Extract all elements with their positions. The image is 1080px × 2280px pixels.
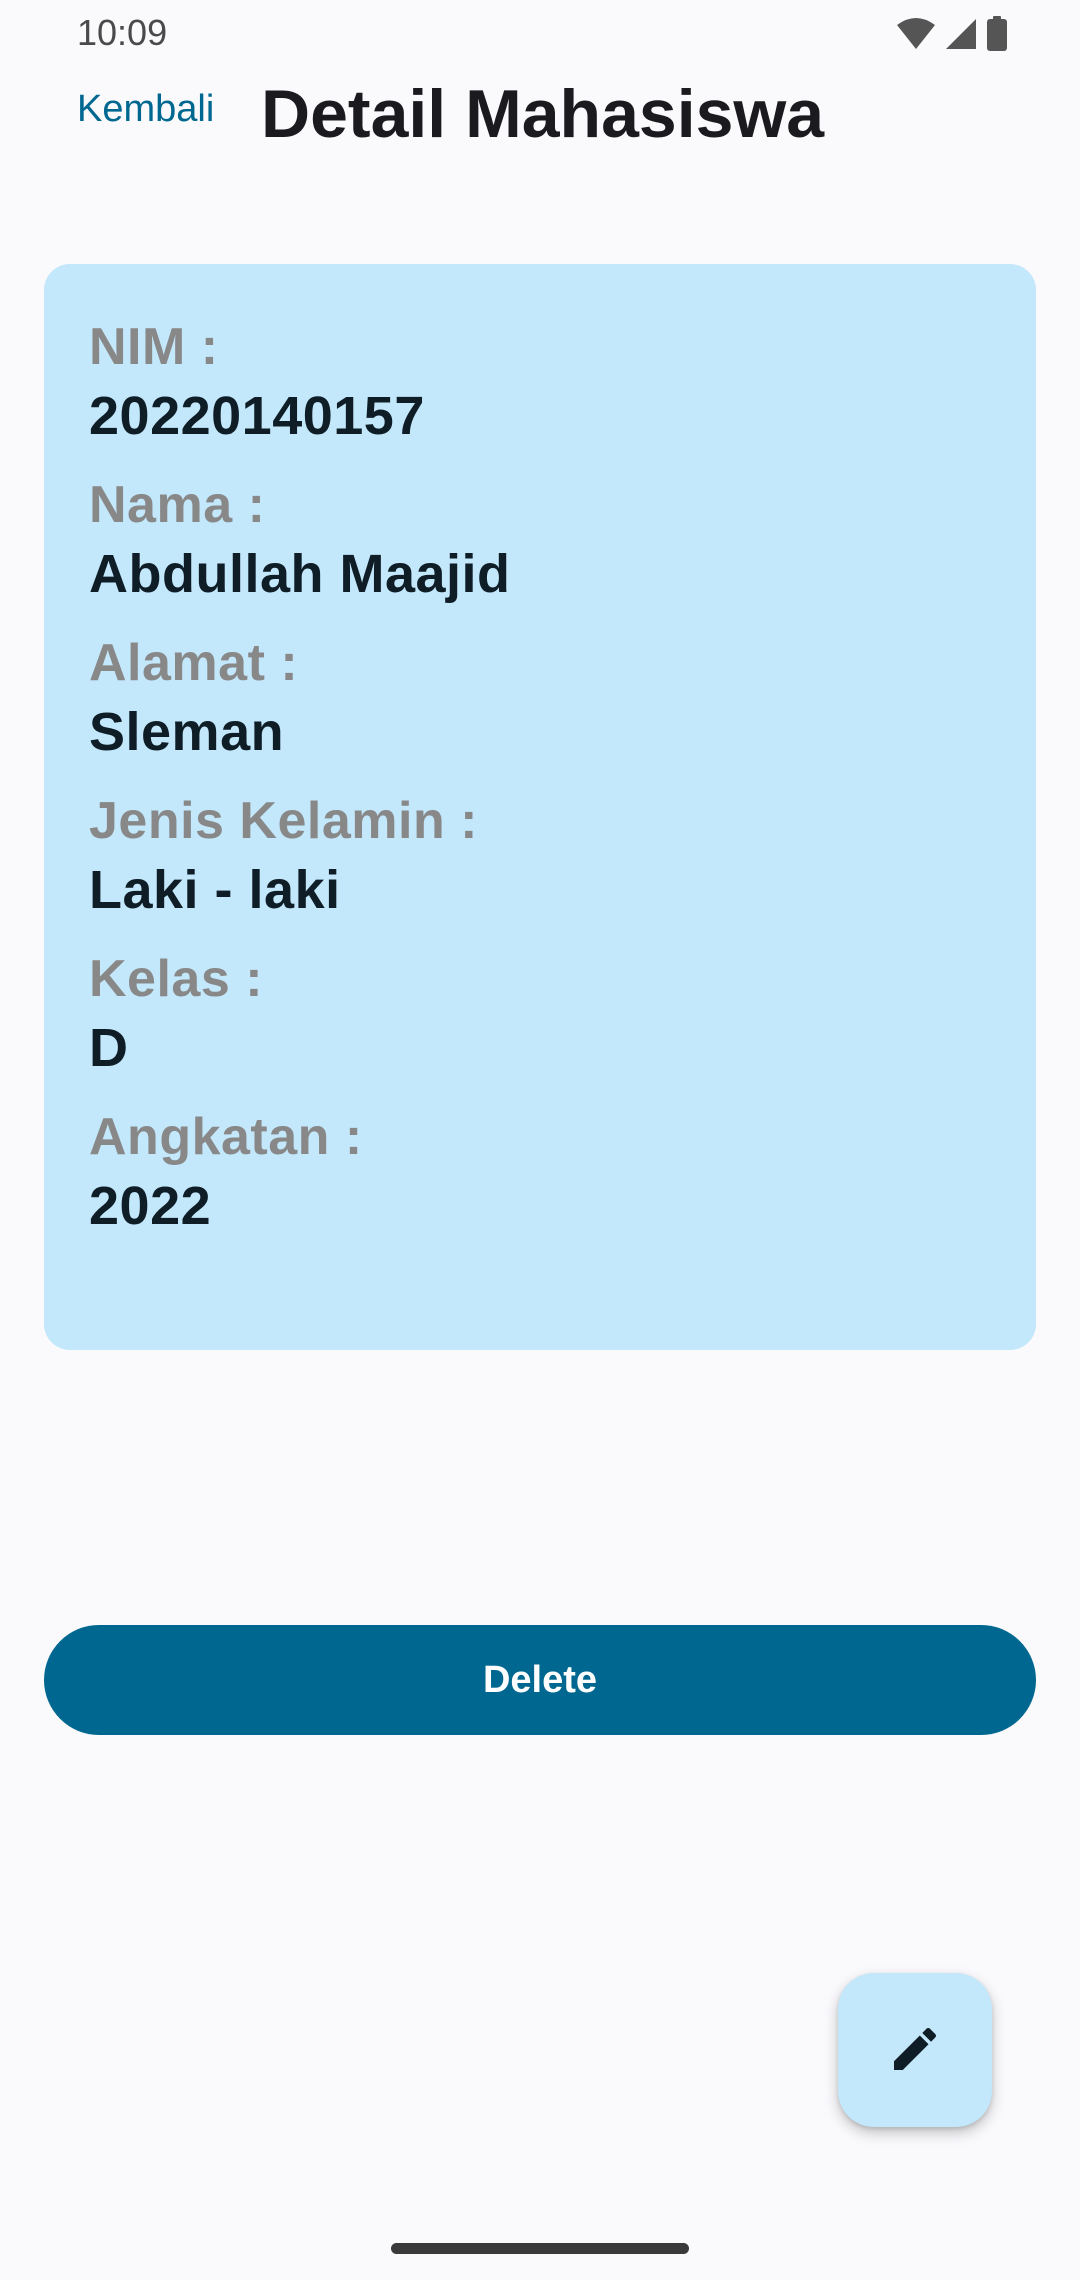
field-label: Kelas :: [89, 950, 264, 1008]
delete-button[interactable]: Delete: [44, 1625, 1036, 1735]
back-button[interactable]: Kembali: [77, 88, 214, 131]
field-label: Angkatan :: [89, 1108, 363, 1166]
signal-icon: [944, 17, 978, 56]
field-label: Jenis Kelamin :: [89, 792, 478, 850]
edit-fab-button[interactable]: [838, 1973, 992, 2127]
field-kelas: Kelas : D: [89, 946, 991, 1084]
field-value: Laki - laki: [89, 860, 341, 920]
home-indicator[interactable]: [391, 2243, 689, 2254]
field-label: Nama :: [89, 476, 266, 534]
field-nama: Nama : Abdullah Maajid: [89, 472, 991, 610]
status-time: 10:09: [77, 12, 168, 53]
field-value: 2022: [89, 1176, 212, 1236]
field-angkatan: Angkatan : 2022: [89, 1104, 991, 1242]
status-icons: [896, 16, 1008, 57]
status-bar: 10:09: [0, 0, 1080, 72]
field-nim: NIM : 20220140157: [89, 314, 991, 452]
field-value: Abdullah Maajid: [89, 544, 511, 604]
field-alamat: Alamat : Sleman: [89, 630, 991, 768]
field-value: D: [89, 1018, 129, 1078]
field-value: Sleman: [89, 702, 285, 762]
field-label: NIM :: [89, 318, 219, 376]
student-detail-card: NIM : 20220140157 Nama : Abdullah Maajid…: [44, 264, 1036, 1350]
field-jenis-kelamin: Jenis Kelamin : Laki - laki: [89, 788, 991, 926]
field-value: 20220140157: [89, 386, 425, 446]
field-label: Alamat :: [89, 634, 299, 692]
battery-icon: [986, 16, 1008, 57]
wifi-icon: [896, 17, 936, 56]
pencil-icon: [887, 2021, 943, 2080]
top-app-bar: Kembali Detail Mahasiswa: [0, 72, 1080, 182]
page-title: Detail Mahasiswa: [261, 76, 825, 152]
